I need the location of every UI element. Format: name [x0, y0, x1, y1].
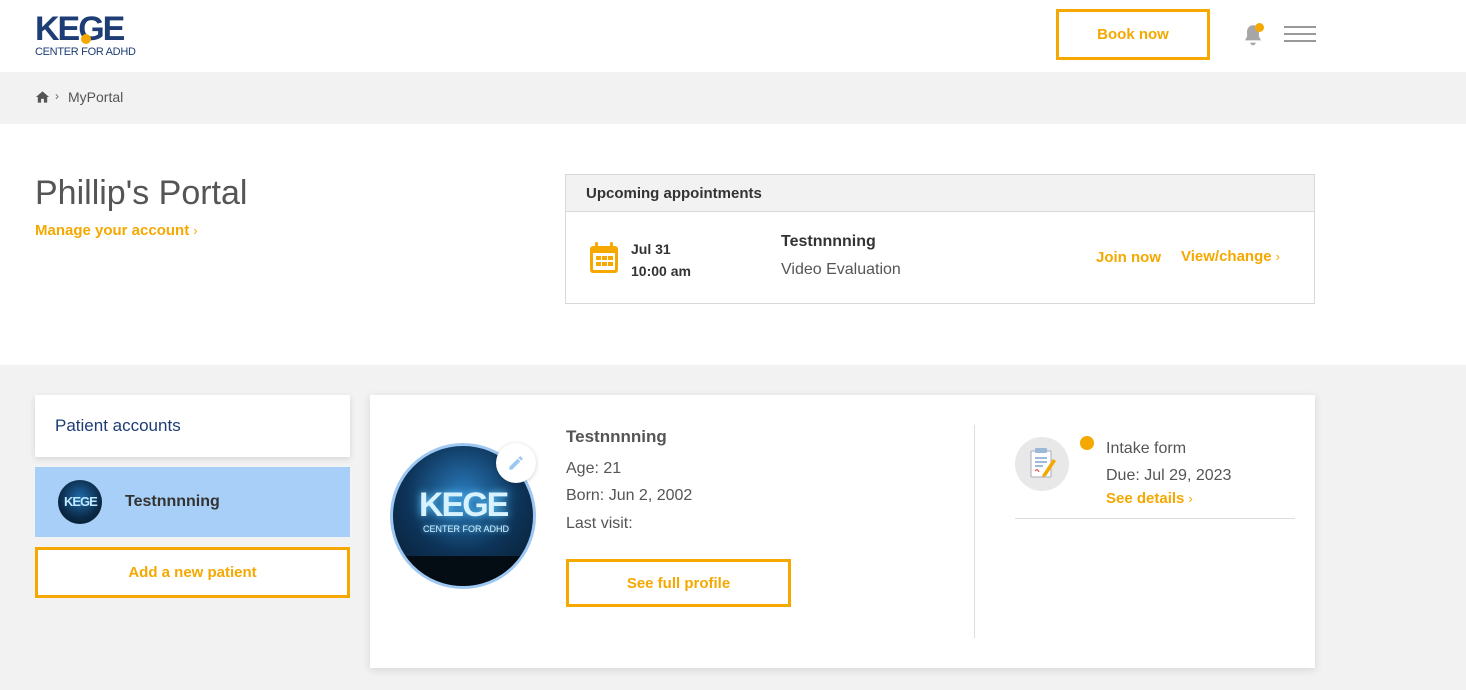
appointments-heading: Upcoming appointments — [566, 175, 1314, 212]
page-title: Phillip's Portal — [35, 174, 248, 212]
notification-dot — [1255, 23, 1264, 32]
patient-accounts-heading: Patient accounts — [35, 395, 350, 457]
view-change-link[interactable]: View/change › — [1181, 248, 1280, 265]
calendar-icon — [590, 242, 618, 273]
join-now-link[interactable]: Join now — [1096, 249, 1161, 266]
logo-dot — [81, 34, 91, 44]
manage-account-link[interactable]: Manage your account › — [35, 222, 198, 239]
profile-name: Testnnnning — [566, 427, 667, 446]
view-change-label: View/change — [1181, 248, 1272, 265]
status-dot — [1080, 436, 1094, 450]
divider — [1015, 518, 1295, 519]
breadcrumb-separator: › — [55, 89, 59, 103]
hamburger-menu-icon[interactable] — [1284, 26, 1316, 44]
patients-section: Patient accounts KEGE Testnnnning Add a … — [0, 365, 1466, 690]
patient-profile-card: KEGE CENTER FOR ADHD Testnnnning Age: 21… — [370, 395, 1315, 668]
appointment-time: 10:00 am — [631, 263, 691, 279]
profile-last-visit: Last visit: — [566, 515, 633, 532]
avatar-logo-text: KEGE — [419, 486, 509, 524]
see-details-link[interactable]: See details › — [1106, 490, 1193, 507]
appointment-date: Jul 31 — [631, 241, 671, 257]
avatar: KEGE — [58, 480, 102, 524]
appointment-datetime: Jul 31 10:00 am — [631, 238, 691, 282]
task-due-date: Due: Jul 29, 2023 — [1106, 467, 1232, 484]
avatar-logo-subtitle: CENTER FOR ADHD — [423, 524, 510, 534]
patient-list-item[interactable]: KEGE Testnnnning — [35, 467, 350, 537]
divider — [974, 425, 975, 638]
chevron-right-icon: › — [1275, 249, 1280, 264]
header: KEGE CENTER FOR ADHD Book now — [0, 0, 1466, 72]
pencil-icon — [509, 456, 523, 470]
book-now-button[interactable]: Book now — [1056, 9, 1210, 60]
add-new-patient-button[interactable]: Add a new patient — [35, 547, 350, 598]
form-document-icon — [1015, 437, 1069, 491]
avatar-logo-text: KEGE — [64, 494, 98, 509]
chevron-right-icon: › — [1188, 491, 1193, 506]
chevron-right-icon: › — [193, 223, 198, 238]
breadcrumb: › MyPortal — [0, 72, 1466, 124]
profile-born: Born: Jun 2, 2002 — [566, 487, 693, 504]
upcoming-appointments-card: Upcoming appointments Jul 31 10:00 am Te… — [565, 174, 1315, 304]
task-title: Intake form — [1106, 440, 1187, 457]
home-icon[interactable] — [35, 90, 50, 104]
edit-avatar-button[interactable] — [496, 443, 536, 483]
see-details-label: See details — [1106, 490, 1185, 507]
manage-account-label: Manage your account — [35, 222, 190, 239]
appointment-patient: Testnnnning — [781, 233, 876, 250]
patient-name: Testnnnning — [125, 493, 220, 510]
profile-age: Age: 21 — [566, 460, 622, 477]
appointment-type: Video Evaluation — [781, 261, 901, 278]
see-full-profile-button[interactable]: See full profile — [566, 559, 791, 607]
kege-logo[interactable]: KEGE CENTER FOR ADHD — [35, 12, 145, 60]
breadcrumb-current: MyPortal — [68, 89, 124, 105]
